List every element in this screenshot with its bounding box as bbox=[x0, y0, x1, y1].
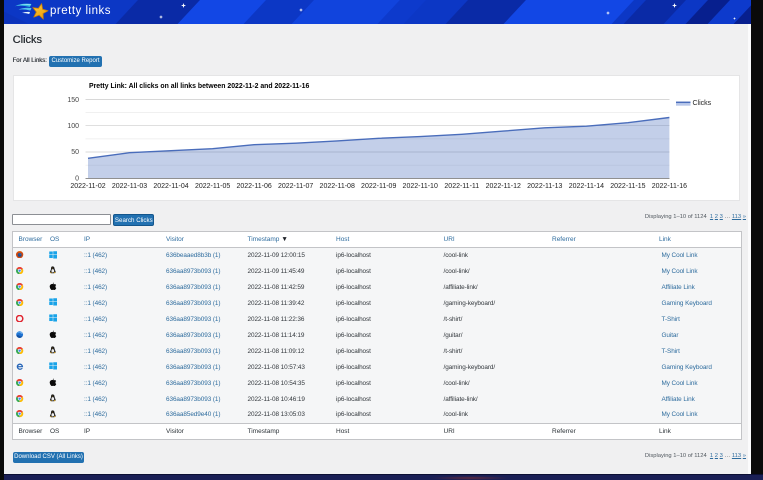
svg-text:2022-11-13: 2022-11-13 bbox=[527, 183, 562, 190]
svg-text:Clicks: Clicks bbox=[693, 100, 712, 107]
svg-text:2022-11-12: 2022-11-12 bbox=[486, 183, 521, 190]
svg-text:2022-11-08: 2022-11-08 bbox=[320, 183, 355, 190]
svg-text:2022-11-14: 2022-11-14 bbox=[569, 183, 604, 190]
svg-text:0: 0 bbox=[75, 176, 79, 183]
svg-text:100: 100 bbox=[67, 123, 79, 130]
svg-text:2022-11-16: 2022-11-16 bbox=[652, 183, 687, 190]
svg-text:2022-11-05: 2022-11-05 bbox=[195, 183, 230, 190]
svg-text:2022-11-06: 2022-11-06 bbox=[236, 183, 271, 190]
svg-text:2022-11-11: 2022-11-11 bbox=[444, 183, 479, 190]
svg-text:2022-11-03: 2022-11-03 bbox=[112, 183, 147, 190]
svg-text:2022-11-02: 2022-11-02 bbox=[70, 183, 105, 190]
svg-text:Pretty Link: All clicks on all: Pretty Link: All clicks on all links bet… bbox=[89, 83, 310, 90]
svg-text:2022-11-10: 2022-11-10 bbox=[403, 183, 438, 190]
svg-text:2022-11-09: 2022-11-09 bbox=[361, 183, 396, 190]
svg-text:2022-11-07: 2022-11-07 bbox=[278, 183, 313, 190]
svg-text:150: 150 bbox=[67, 97, 79, 104]
svg-text:2022-11-04: 2022-11-04 bbox=[153, 183, 188, 190]
svg-text:2022-11-15: 2022-11-15 bbox=[610, 183, 645, 190]
svg-text:50: 50 bbox=[71, 149, 79, 156]
